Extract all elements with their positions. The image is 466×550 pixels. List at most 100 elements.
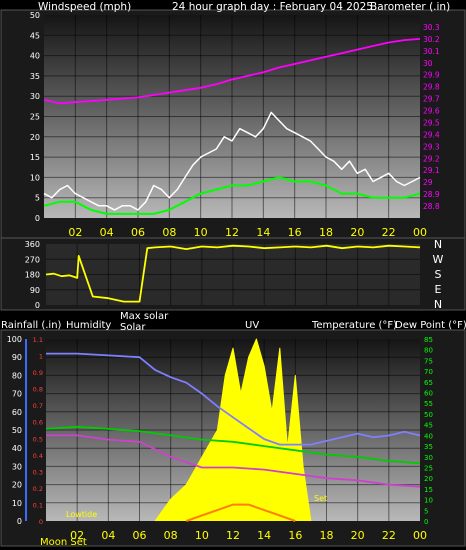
humidity-ytick-label: 90 — [12, 353, 22, 362]
barometer-ytick-label: 29.8 — [423, 83, 440, 92]
humidity-axis-label: Humidity — [66, 320, 111, 331]
humidity-ytick-label: 0 — [17, 517, 22, 526]
temperature-axis-label: Temperature (°F) — [311, 320, 397, 331]
rain-ytick-label: 1 — [39, 353, 43, 361]
barometer-ytick-label: 29.1 — [423, 166, 440, 175]
rain-ytick-label: 0.5 — [33, 435, 43, 443]
temperature-ytick-label: 85 — [424, 336, 433, 344]
wind-xtick-label: 20 — [350, 226, 364, 239]
barometer-ytick-label: 29.7 — [423, 95, 440, 104]
rain-ytick-label: 0.4 — [33, 452, 43, 460]
barometer-ytick-label: 29 — [423, 178, 433, 187]
temperature-ytick-label: 75 — [424, 357, 433, 365]
barometer-ytick-label: 29.6 — [423, 107, 440, 116]
rain-ytick-label: 0 — [39, 518, 43, 526]
direction-ytick-label: 270 — [25, 255, 40, 264]
rain-ytick-label: 0.1 — [33, 501, 43, 509]
humidity-ytick-label: 30 — [12, 462, 22, 471]
direction-ytick-label: 0 — [35, 301, 40, 310]
wind-xtick-label: 18 — [319, 226, 333, 239]
barometer-ytick-label: 29.9 — [423, 71, 440, 80]
compass-e: E — [435, 283, 442, 296]
direction-ytick-label: 360 — [25, 240, 40, 249]
max-solar-label: Max solar — [120, 311, 169, 322]
temperature-ytick-label: 25 — [424, 464, 433, 472]
rain-ytick-label: 0.8 — [33, 386, 43, 394]
temperature-ytick-label: 35 — [424, 443, 433, 451]
wind-ytick-label: 10 — [30, 173, 40, 182]
barometer-ytick-label: 29.5 — [423, 118, 440, 127]
compass-s: S — [435, 268, 442, 281]
wind-xtick-label: 04 — [100, 226, 114, 239]
wind-xtick-label: 12 — [225, 226, 239, 239]
rain-ytick-label: 0.6 — [33, 419, 43, 427]
compass-n-top: N — [434, 238, 442, 251]
temperature-ytick-label: 60 — [424, 390, 433, 398]
barometer-ytick-label: 30.2 — [423, 35, 440, 44]
barometer-ytick-label: 28.9 — [423, 190, 440, 199]
temperature-ytick-label: 70 — [424, 368, 433, 376]
wind-xtick-label: 16 — [288, 226, 302, 239]
temperature-ytick-label: 0 — [424, 518, 428, 526]
temperature-ytick-label: 10 — [424, 497, 433, 505]
barometer-ytick-label: 29.3 — [423, 142, 440, 151]
temperature-ytick-label: 80 — [424, 347, 433, 355]
direction-ytick-label: 90 — [30, 286, 40, 295]
rainfall-axis-label: Rainfall (.in) — [1, 320, 62, 331]
barometer-ytick-label: 30.1 — [423, 47, 440, 56]
solar-xtick-label: 16 — [288, 529, 302, 542]
solar-xtick-label: 20 — [351, 529, 365, 542]
temperature-ytick-label: 45 — [424, 422, 433, 430]
wind-ytick-label: 20 — [30, 133, 40, 142]
wind-xtick-label: 08 — [162, 226, 176, 239]
compass-n-bottom: N — [434, 298, 442, 311]
rain-ytick-label: 1.1 — [33, 336, 43, 344]
temperature-ytick-label: 65 — [424, 379, 433, 387]
solar-xtick-label: 18 — [320, 529, 334, 542]
weather-graph: Windspeed (mph) 24 hour graph day : Febru… — [0, 0, 466, 550]
wind-xtick-label: 22 — [382, 226, 396, 239]
humidity-ytick-label: 60 — [12, 408, 22, 417]
wind-ytick-label: 35 — [30, 72, 40, 81]
humidity-ytick-label: 40 — [12, 444, 22, 453]
rain-ytick-label: 0.2 — [33, 485, 43, 493]
wind-ytick-label: 45 — [30, 31, 40, 40]
temperature-ytick-label: 55 — [424, 400, 433, 408]
barometer-ytick-label: 29.2 — [423, 154, 440, 163]
temperature-ytick-label: 20 — [424, 475, 433, 483]
wind-xtick-label: 14 — [256, 226, 270, 239]
weather-chart-svg: Windspeed (mph) 24 hour graph day : Febru… — [0, 1, 466, 548]
wind-xtick-label: 06 — [131, 226, 145, 239]
solar-xtick-label: 04 — [101, 529, 115, 542]
wind-xtick-label: 10 — [194, 226, 208, 239]
rain-ytick-label: 0.7 — [33, 402, 43, 410]
wind-ytick-label: 0 — [35, 214, 40, 223]
wind-ytick-label: 40 — [30, 52, 40, 61]
wind-ytick-label: 25 — [30, 113, 40, 122]
humidity-ytick-label: 80 — [12, 371, 22, 380]
temperature-ytick-label: 30 — [424, 454, 433, 462]
barometer-ytick-label: 29.4 — [423, 130, 440, 139]
barometer-ytick-label: 30 — [423, 59, 433, 68]
solar-xtick-label: 00 — [413, 529, 427, 542]
chart-title: 24 hour graph day : February 04 2025 — [172, 1, 373, 13]
humidity-ytick-label: 20 — [12, 481, 22, 490]
solar-xtick-label: 12 — [226, 529, 240, 542]
dewpoint-axis-label: Dew Point (°F) — [395, 320, 466, 331]
direction-ytick-label: 180 — [25, 271, 40, 280]
rain-ytick-label: 0.3 — [33, 468, 43, 476]
uv-label: UV — [245, 320, 259, 331]
humidity-ytick-label: 10 — [12, 499, 22, 508]
solar-xtick-label: 14 — [257, 529, 271, 542]
humidity-ytick-label: 50 — [12, 426, 22, 435]
humidity-ytick-label: 70 — [12, 390, 22, 399]
wind-ytick-label: 5 — [35, 194, 40, 203]
solar-xtick-label: 08 — [164, 529, 178, 542]
compass-w: W — [433, 253, 444, 266]
barometer-ytick-label: 30.3 — [423, 23, 440, 32]
temperature-ytick-label: 15 — [424, 486, 433, 494]
humidity-ytick-label: 100 — [7, 335, 22, 344]
barometer-ytick-label: 28.8 — [423, 202, 440, 211]
solar-xtick-label: 06 — [133, 529, 147, 542]
sun-set-label: Set — [314, 494, 327, 503]
